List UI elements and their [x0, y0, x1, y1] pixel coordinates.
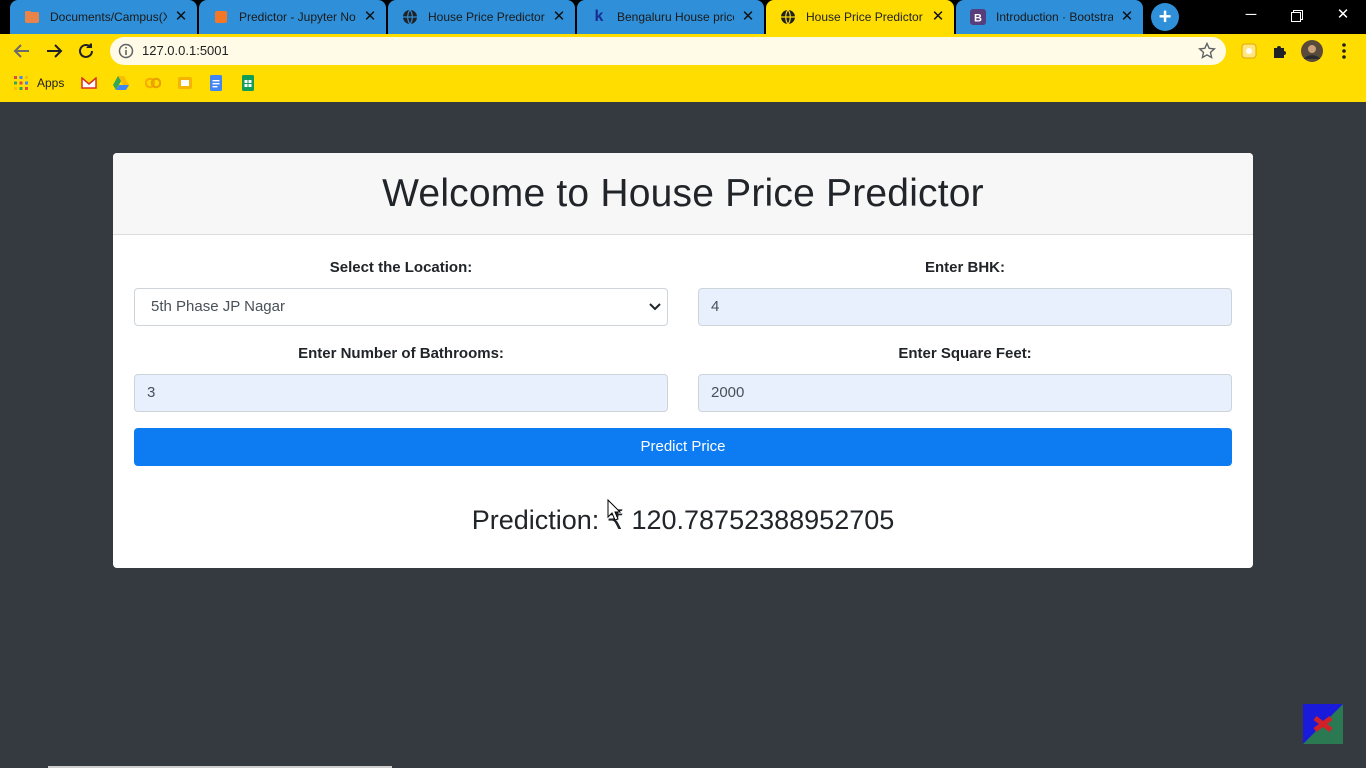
reload-icon: [79, 43, 93, 58]
jupyter-icon: [213, 9, 229, 25]
bhk-label: Enter BHK:: [924, 259, 1005, 276]
apps-label: Apps: [37, 76, 65, 90]
google-drive-icon[interactable]: [113, 75, 129, 91]
tab-title: Bengaluru House price: [617, 10, 734, 24]
forward-button[interactable]: [40, 37, 68, 65]
back-button[interactable]: [8, 37, 36, 65]
tab-bootstrap[interactable]: B Introduction · Bootstrap ✕: [956, 0, 1143, 34]
globe-icon: [780, 9, 796, 25]
tab-bengaluru-kaggle[interactable]: k Bengaluru House price ✕: [577, 0, 764, 34]
puzzle-icon[interactable]: [1269, 40, 1291, 62]
campusx-folder-icon: [24, 9, 40, 25]
tab-title: House Price Predictor: [428, 10, 545, 24]
info-icon[interactable]: [118, 43, 134, 59]
location-label: Select the Location:: [329, 259, 473, 276]
restore-button[interactable]: [1274, 4, 1320, 28]
tab-house-price-active[interactable]: House Price Predictor ✕: [766, 0, 954, 34]
tab-house-price-1[interactable]: House Price Predictor ✕: [388, 0, 575, 34]
card-header: Welcome to House Price Predictor: [113, 153, 1253, 235]
chevron-down-icon: [649, 303, 661, 311]
bookmarks-bar: Apps: [0, 68, 1366, 98]
close-window-button[interactable]: ✕: [1320, 4, 1366, 28]
apps-grid-icon: [14, 76, 28, 90]
sheets-icon[interactable]: [241, 75, 255, 91]
tab-title: Introduction · Bootstrap: [996, 10, 1113, 24]
tab-documents-campusx[interactable]: Documents/Campus(X) ✕: [10, 0, 197, 34]
bookmark-apps[interactable]: Apps: [14, 75, 64, 91]
bathrooms-label: Enter Number of Bathrooms:: [298, 345, 504, 362]
tab-title: House Price Predictor: [806, 10, 923, 24]
close-icon[interactable]: ✕: [1119, 9, 1135, 25]
kaggle-icon: k: [594, 8, 604, 25]
extension-icon[interactable]: [1238, 40, 1260, 62]
new-tab-button[interactable]: +: [1151, 3, 1179, 31]
sqft-input[interactable]: 2000: [698, 374, 1232, 412]
tab-jupyter[interactable]: Predictor - Jupyter Notebook ✕: [199, 0, 386, 34]
svg-text:B: B: [974, 13, 982, 25]
watermark-logo-icon: [1303, 704, 1343, 744]
minimize-button[interactable]: ─: [1228, 4, 1274, 28]
gmail-icon[interactable]: [81, 75, 97, 91]
reload-button[interactable]: [72, 37, 100, 65]
close-icon[interactable]: ✕: [930, 9, 946, 25]
close-icon[interactable]: ✕: [740, 9, 756, 25]
mouse-cursor-icon: [607, 499, 621, 521]
arrow-right-icon: [47, 44, 63, 58]
bootstrap-icon: B: [970, 9, 986, 25]
browser-toolbar: 127.0.0.1:5001: [0, 34, 1366, 68]
page-title: Welcome to House Price Predictor: [382, 171, 984, 215]
bhk-input[interactable]: 4: [698, 288, 1232, 326]
docs-icon[interactable]: [209, 75, 223, 91]
globe-icon: [402, 9, 418, 25]
colab-icon[interactable]: [145, 75, 161, 91]
predictor-card: Welcome to House Price Predictor Select …: [113, 153, 1253, 568]
location-selected-value: 5th Phase JP Nagar: [151, 298, 285, 315]
tab-title: Predictor - Jupyter Notebook: [239, 10, 356, 24]
url-text[interactable]: 127.0.0.1:5001: [142, 37, 229, 65]
close-icon[interactable]: ✕: [362, 9, 378, 25]
avatar[interactable]: [1301, 40, 1323, 62]
more-menu-icon[interactable]: [1333, 40, 1355, 62]
star-icon[interactable]: [1198, 42, 1216, 60]
address-bar[interactable]: 127.0.0.1:5001: [110, 37, 1226, 65]
location-select[interactable]: 5th Phase JP Nagar: [134, 288, 668, 326]
sqft-label: Enter Square Feet:: [898, 345, 1032, 362]
tab-strip: Documents/Campus(X) ✕ Predictor - Jupyte…: [0, 0, 1366, 34]
close-icon[interactable]: ✕: [551, 9, 567, 25]
tab-title: Documents/Campus(X): [50, 10, 167, 24]
close-icon[interactable]: ✕: [173, 9, 189, 25]
arrow-left-icon: [13, 44, 29, 58]
slides-icon[interactable]: [177, 75, 193, 91]
predict-price-button[interactable]: Predict Price: [134, 428, 1232, 466]
bathrooms-input[interactable]: 3: [134, 374, 668, 412]
browser-chrome: Documents/Campus(X) ✕ Predictor - Jupyte…: [0, 0, 1366, 102]
prediction-result: Prediction: ₹ 120.78752388952705: [471, 505, 895, 535]
